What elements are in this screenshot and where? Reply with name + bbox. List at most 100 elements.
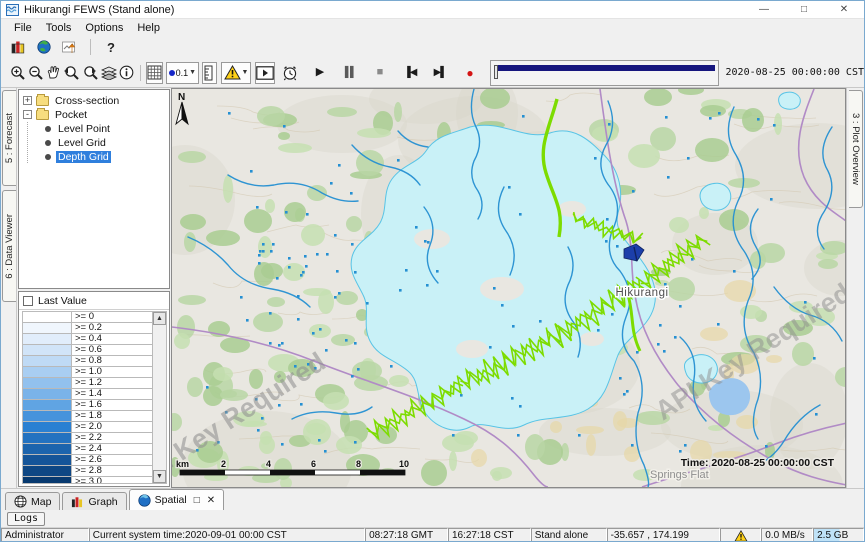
database-button[interactable] xyxy=(7,37,29,57)
tab-map[interactable]: Map xyxy=(5,492,60,510)
tab-data-viewer[interactable]: 6 : Data Viewer xyxy=(2,190,16,302)
folder-icon xyxy=(36,96,49,106)
bar-chart-icon xyxy=(71,496,84,508)
scroll-up-icon[interactable]: ▲ xyxy=(153,312,166,325)
vegetation-patch xyxy=(309,324,331,338)
last-value-label: Last Value xyxy=(38,295,87,307)
status-mode: Stand alone xyxy=(531,528,607,542)
flood-island xyxy=(480,277,524,301)
tree-item-level-grid[interactable]: Level Grid xyxy=(19,136,169,149)
stream-dot xyxy=(302,271,305,274)
interval-dropdown[interactable]: 0.1 ▼ xyxy=(166,62,199,84)
tree-item-cross-section[interactable]: + Cross-section xyxy=(19,94,169,107)
stream-dot xyxy=(460,394,463,397)
menu-options[interactable]: Options xyxy=(78,21,130,35)
maximize-button[interactable]: □ xyxy=(784,1,824,19)
map-view[interactable]: API Key Required API Key Required Hikura… xyxy=(171,88,846,488)
pause-button[interactable]: ▌▌ xyxy=(339,62,360,84)
stop-button[interactable]: ■ xyxy=(369,62,390,84)
tree-item-label[interactable]: Cross-section xyxy=(53,95,121,107)
vegetation-patch xyxy=(253,312,283,332)
tree-item-level-point[interactable]: Level Point xyxy=(19,122,169,135)
stream-dot xyxy=(765,445,768,448)
stream-dot xyxy=(773,124,776,127)
stream-dot xyxy=(632,190,635,193)
tree-item-pocket[interactable]: - Pocket xyxy=(19,108,169,121)
timeline-datetime: 2020-08-25 00:00:00 CST xyxy=(726,67,864,78)
play-button[interactable]: ▶ xyxy=(309,62,330,84)
interval-dot-icon xyxy=(169,70,175,76)
legend-swatch xyxy=(23,345,71,356)
vegetation-patch xyxy=(336,436,362,454)
stream-dot xyxy=(511,397,514,400)
expand-icon[interactable]: + xyxy=(23,96,32,105)
tree-item-label[interactable]: Pocket xyxy=(53,109,89,121)
tab-restore-icon[interactable]: □ xyxy=(194,495,200,506)
info-button[interactable] xyxy=(118,62,135,84)
step-forward-button[interactable]: ▶▌ xyxy=(429,62,450,84)
status-memory[interactable]: 2.5 GB xyxy=(813,528,864,542)
stream-dot xyxy=(665,116,668,119)
close-button[interactable]: ✕ xyxy=(824,1,864,19)
zoom-out-button[interactable] xyxy=(27,62,45,84)
vegetation-patch xyxy=(357,128,391,138)
vegetation-patch xyxy=(818,259,838,269)
tab-close-icon[interactable]: ✕ xyxy=(207,495,215,506)
step-back-button[interactable]: ▐◀ xyxy=(399,62,420,84)
layers-tree: + Cross-section - Pocket Level Point xyxy=(18,89,170,289)
status-warning[interactable] xyxy=(720,528,761,542)
stream-dot xyxy=(390,365,393,368)
tree-item-label[interactable]: Level Point xyxy=(56,123,112,135)
layer-bullet-icon xyxy=(45,140,51,146)
collapse-icon[interactable]: - xyxy=(23,110,32,119)
minimize-button[interactable]: — xyxy=(744,1,784,19)
zoom-out-icon xyxy=(28,65,44,81)
vegetation-patch xyxy=(213,367,233,381)
stream-dot xyxy=(397,159,400,162)
legend-swatch xyxy=(23,422,71,433)
tab-graph[interactable]: Graph xyxy=(62,492,126,510)
zoom-previous-button[interactable] xyxy=(62,62,81,84)
menu-help[interactable]: Help xyxy=(130,21,167,35)
tab-spatial[interactable]: Spatial □ ✕ xyxy=(129,489,225,510)
stream-dot xyxy=(338,292,341,295)
map-display-button[interactable] xyxy=(33,37,55,57)
record-button[interactable]: ● xyxy=(459,62,480,84)
tree-item-label-selected[interactable]: Depth Grid xyxy=(56,151,111,163)
legend-table: >= 0>= 0.2>= 0.4>= 0.6>= 0.8>= 1.0>= 1.2… xyxy=(23,312,152,483)
logs-button[interactable]: Logs xyxy=(7,512,45,526)
title-bar: Hikurangi FEWS (Stand alone) — □ ✕ xyxy=(1,1,864,19)
tree-item-label[interactable]: Level Grid xyxy=(56,137,108,149)
tab-plot-overview[interactable]: 3 : Plot Overview xyxy=(849,90,863,208)
zoom-next-button[interactable] xyxy=(81,62,100,84)
layers-button[interactable] xyxy=(100,62,118,84)
timer-button[interactable] xyxy=(281,62,299,84)
stream-dot xyxy=(297,295,300,298)
timeline-handle[interactable] xyxy=(494,65,498,79)
warning-threshold-dropdown[interactable]: ▼ xyxy=(221,62,252,84)
legend-scrollbar[interactable]: ▲ ▼ xyxy=(152,312,166,483)
zoom-in-button[interactable] xyxy=(9,62,27,84)
movie-play-icon xyxy=(256,66,274,80)
legend-body: >= 0>= 0.2>= 0.4>= 0.6>= 0.8>= 1.0>= 1.2… xyxy=(22,311,167,484)
menu-tools[interactable]: Tools xyxy=(39,21,79,35)
timeline-slider[interactable] xyxy=(490,60,718,86)
tree-item-depth-grid[interactable]: Depth Grid xyxy=(19,150,169,163)
stream-dot xyxy=(312,332,315,335)
pan-button[interactable] xyxy=(45,62,62,84)
menu-file[interactable]: File xyxy=(7,21,39,35)
stream-dot xyxy=(522,115,525,118)
animation-controls: ▶ ▌▌ ■ ▐◀ ▶▌ ● xyxy=(309,62,480,84)
status-system-time: Current system time:2020-09-01 00:00 CST xyxy=(89,528,365,542)
animation-dialog-button[interactable] xyxy=(255,62,275,84)
help-button[interactable]: ? xyxy=(100,37,122,57)
legend-row[interactable]: >= 3.0 xyxy=(23,477,152,483)
scroll-down-icon[interactable]: ▼ xyxy=(153,470,166,483)
vegetation-patch xyxy=(356,150,384,176)
stream-dot xyxy=(306,213,309,216)
scale-ruler-button[interactable] xyxy=(202,62,216,84)
last-value-checkbox[interactable] xyxy=(23,296,33,306)
tab-forecast[interactable]: 5 : Forecast xyxy=(2,90,16,186)
timeseries-button[interactable] xyxy=(59,37,81,57)
grid-button[interactable] xyxy=(146,62,163,84)
